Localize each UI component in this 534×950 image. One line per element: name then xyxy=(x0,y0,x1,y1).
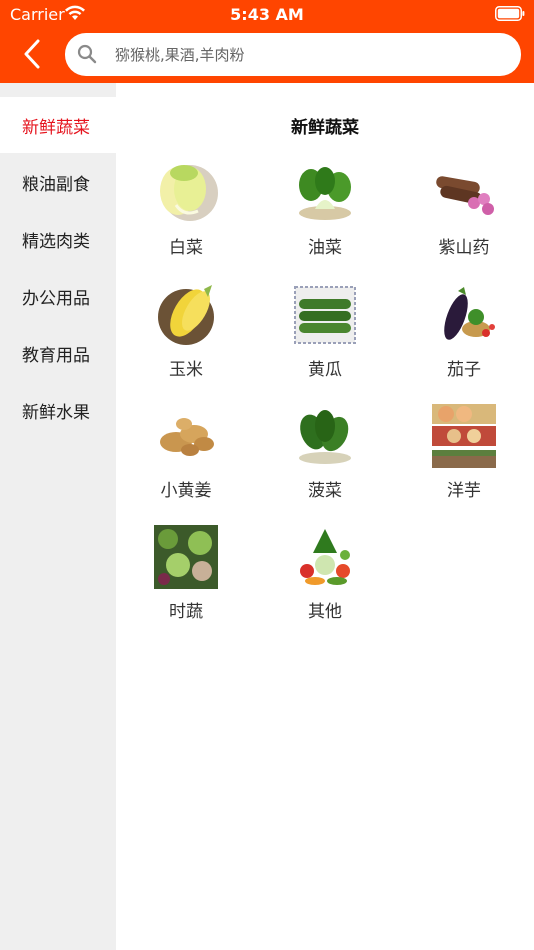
product-seasonal-vegetables[interactable]: 时蔬 xyxy=(126,525,246,635)
sidebar-item-meat[interactable]: 精选肉类 xyxy=(0,211,116,267)
product-cucumber[interactable]: 黄瓜 xyxy=(265,283,385,393)
product-label: 玉米 xyxy=(169,360,203,380)
seasonal-vegetables-image xyxy=(154,525,218,589)
sidebar-item-label: 粮油副食 xyxy=(22,174,90,195)
other-vegetables-image xyxy=(300,529,350,585)
product-label: 白菜 xyxy=(169,238,203,258)
sidebar-item-education-supplies[interactable]: 教育用品 xyxy=(0,325,116,381)
corn-image xyxy=(158,285,214,345)
product-corn[interactable]: 玉米 xyxy=(126,283,246,393)
sidebar-item-grain-oil[interactable]: 粮油副食 xyxy=(0,154,116,210)
product-label: 油菜 xyxy=(308,238,342,258)
category-sidebar: 新鲜蔬菜 粮油副食 精选肉类 办公用品 教育用品 新鲜水果 xyxy=(0,83,116,950)
eggplant-image xyxy=(444,287,495,340)
product-other[interactable]: 其他 xyxy=(265,525,385,635)
sidebar-item-label: 办公用品 xyxy=(22,288,90,309)
product-label: 菠菜 xyxy=(308,481,342,501)
product-cabbage[interactable]: 白菜 xyxy=(126,161,246,271)
status-bar: Carrier 5:43 AM xyxy=(0,0,534,28)
sidebar-item-fresh-fruit[interactable]: 新鲜水果 xyxy=(0,382,116,438)
sidebar-item-label: 新鲜水果 xyxy=(22,402,90,423)
category-content: 新鲜蔬菜 白菜 油菜 紫山药 玉米 黄瓜 茄子 小黄姜 菠菜 洋芋 时蔬 其他 xyxy=(116,83,534,950)
section-title: 新鲜蔬菜 xyxy=(291,118,359,138)
product-bok-choy[interactable]: 油菜 xyxy=(265,161,385,271)
spinach-image xyxy=(299,410,351,464)
sidebar-item-fresh-vegetables[interactable]: 新鲜蔬菜 xyxy=(0,97,116,153)
search-input[interactable] xyxy=(115,33,505,76)
back-button[interactable] xyxy=(14,36,50,72)
purple-yam-image xyxy=(436,176,494,215)
chinese-cabbage-image xyxy=(160,165,218,221)
product-purple-yam[interactable]: 紫山药 xyxy=(404,161,524,271)
product-ginger[interactable]: 小黄姜 xyxy=(126,404,246,514)
top-header: Carrier 5:43 AM xyxy=(0,0,534,83)
bok-choy-image xyxy=(299,167,351,220)
potato-image xyxy=(432,404,496,468)
product-label: 其他 xyxy=(308,602,342,622)
product-spinach[interactable]: 菠菜 xyxy=(265,404,385,514)
product-label: 小黄姜 xyxy=(160,481,212,501)
product-label: 洋芋 xyxy=(447,481,481,501)
product-label: 紫山药 xyxy=(438,238,490,258)
search-icon xyxy=(77,44,97,64)
cucumber-image xyxy=(294,286,356,344)
product-label: 黄瓜 xyxy=(308,360,342,380)
search-bar[interactable] xyxy=(65,33,521,76)
sidebar-item-label: 教育用品 xyxy=(22,345,90,366)
product-potato[interactable]: 洋芋 xyxy=(404,404,524,514)
ginger-image xyxy=(160,418,214,456)
chevron-left-icon xyxy=(24,39,40,69)
product-eggplant[interactable]: 茄子 xyxy=(404,283,524,393)
sidebar-item-office-supplies[interactable]: 办公用品 xyxy=(0,268,116,324)
product-label: 茄子 xyxy=(447,360,481,380)
sidebar-item-label: 精选肉类 xyxy=(22,231,90,252)
battery-icon xyxy=(495,6,525,21)
product-label: 时蔬 xyxy=(169,602,203,622)
status-time: 5:43 AM xyxy=(230,5,304,24)
sidebar-item-label: 新鲜蔬菜 xyxy=(22,117,90,138)
